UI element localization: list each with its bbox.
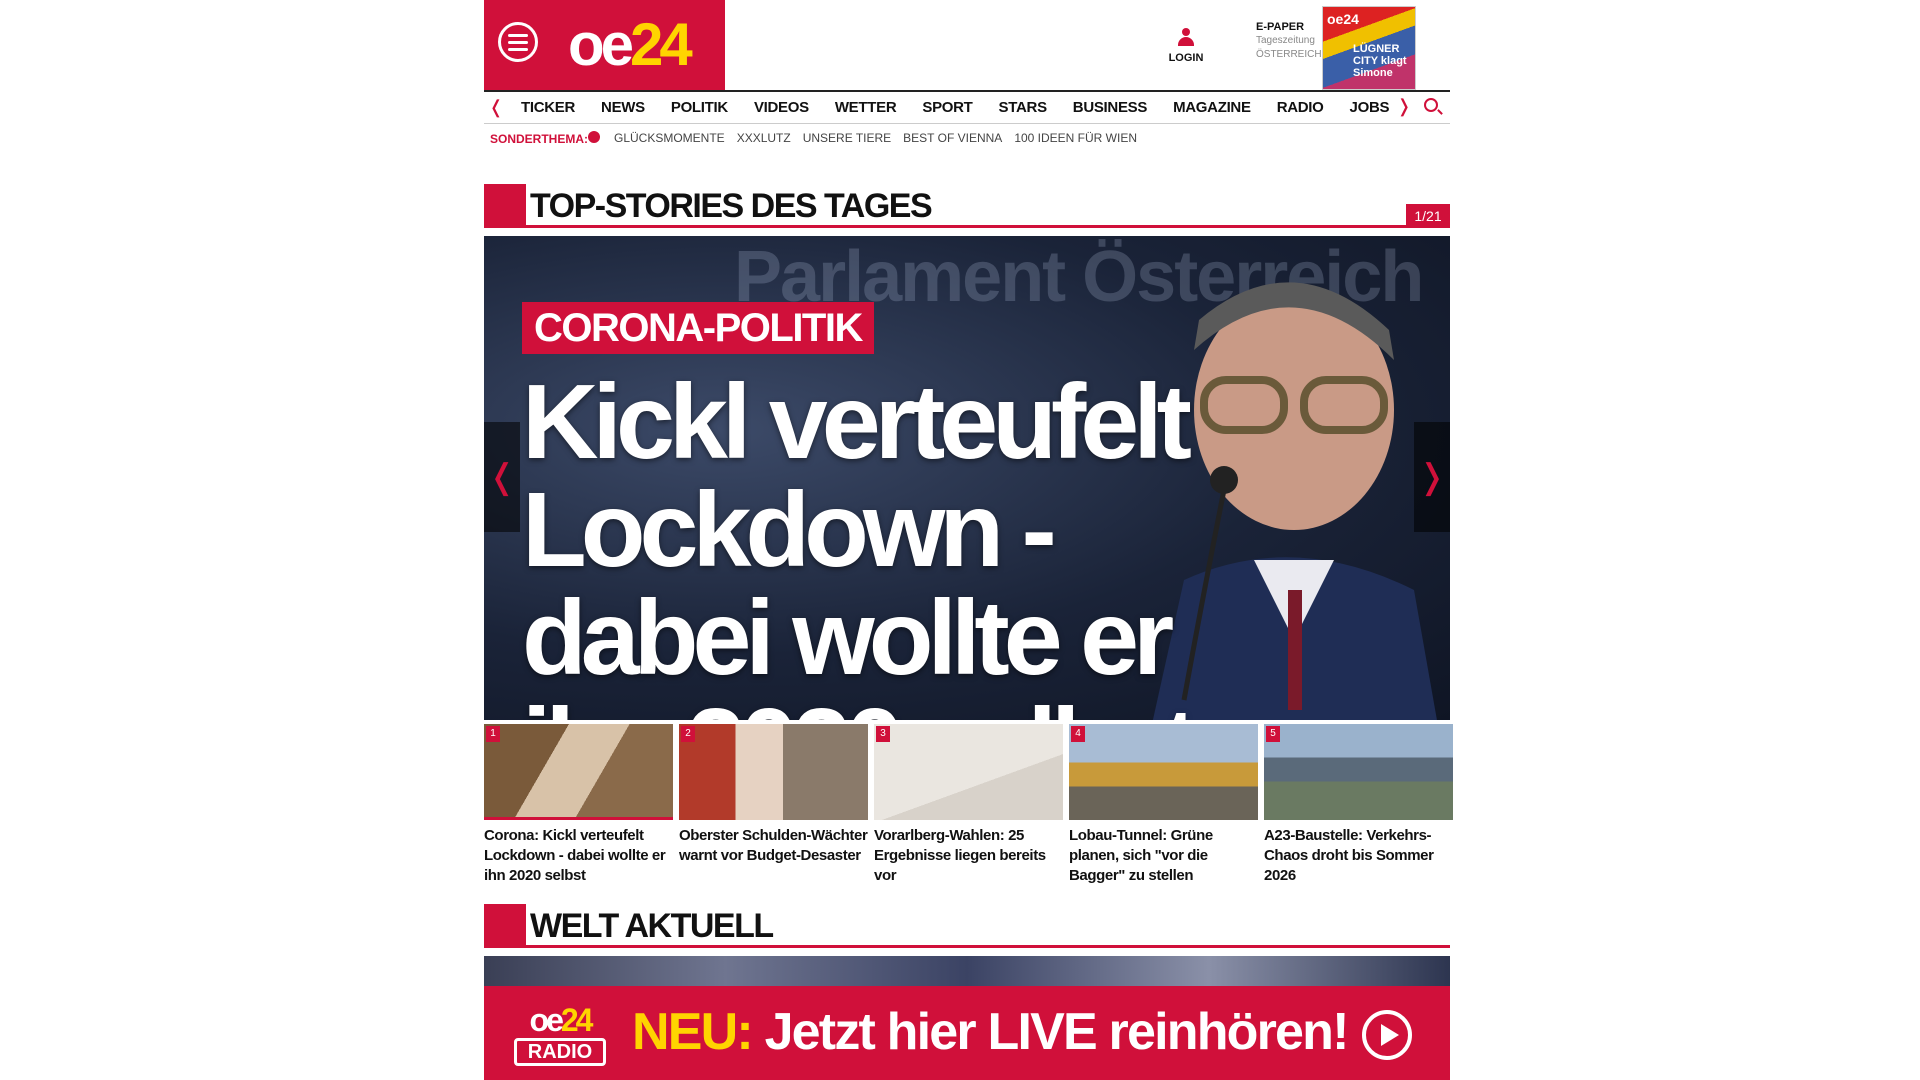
- hero-next-button[interactable]: ❭: [1414, 422, 1450, 532]
- thumb-image: 2: [679, 724, 868, 820]
- site-logo[interactable]: oe24: [568, 10, 693, 80]
- radio-neu-label: NEU:: [632, 1003, 754, 1061]
- nav-scroll-left[interactable]: ❬: [484, 97, 508, 118]
- top-stories-title: TOP-STORIES DES TAGES: [530, 187, 933, 225]
- epaper-cover-brand: oe24: [1327, 11, 1359, 27]
- nav-item-stars[interactable]: STARS: [986, 99, 1060, 116]
- welt-aktuell-header: WELT AKTUELL: [484, 904, 1450, 948]
- brand-header: oe24: [484, 0, 725, 90]
- thumb-item[interactable]: 1 Corona: Kickl verteufelt Lockdown - da…: [484, 724, 673, 886]
- thumb-image: 4: [1069, 724, 1258, 820]
- radio-logo: oe24 RADIO: [514, 1004, 606, 1074]
- search-icon[interactable]: [1424, 98, 1438, 112]
- nav-item-business[interactable]: BUSINESS: [1060, 99, 1160, 116]
- thumb-caption: A23-Baustelle: Verkehrs-Chaos droht bis …: [1264, 827, 1434, 884]
- main-nav: ❬ TICKER NEWS POLITIK VIDEOS WETTER SPOR…: [484, 90, 1450, 124]
- thumb-item[interactable]: 2 Oberster Schulden-Wächter warnt vor Bu…: [679, 724, 868, 886]
- section-rule: [526, 945, 1450, 948]
- nav-item-wetter[interactable]: WETTER: [822, 99, 910, 116]
- top-stories-header: TOP-STORIES DES TAGES: [484, 184, 1450, 228]
- thumb-caption: Lobau-Tunnel: Grüne planen, sich "vor di…: [1069, 827, 1213, 884]
- epaper-link[interactable]: E-PAPER Tageszeitung ÖSTERREICH: [1256, 20, 1322, 62]
- subnav-item-xxxlutz[interactable]: XXXLUTZ: [737, 131, 791, 145]
- subnav-label: SONDERTHEMA:: [490, 130, 602, 146]
- nav-item-radio[interactable]: RADIO: [1264, 99, 1337, 116]
- subnav-item-gluecksmomente[interactable]: GLÜCKSMOMENTE: [614, 131, 725, 145]
- radio-banner-text: NEU: Jetzt hier LIVE reinhören!: [632, 1002, 1350, 1062]
- thumb-caption: Oberster Schulden-Wächter warnt vor Budg…: [679, 827, 868, 864]
- thumb-image: 5: [1264, 724, 1453, 820]
- play-icon[interactable]: [1362, 1010, 1412, 1060]
- subnav-item-unsere-tiere[interactable]: UNSERE TIERE: [803, 131, 891, 145]
- subnav-item-100-ideen[interactable]: 100 IDEEN FÜR WIEN: [1014, 131, 1137, 145]
- epaper-cover-headline: LÜGNER CITY klagt Simone: [1353, 43, 1407, 79]
- nav-scroll-right[interactable]: ❭: [1392, 96, 1416, 117]
- section-rule: [526, 225, 1450, 228]
- hero-kicker[interactable]: CORONA-POLITIK: [522, 302, 874, 354]
- login-button[interactable]: LOGIN: [1164, 28, 1208, 64]
- section-marker: [484, 904, 526, 948]
- hero-prev-button[interactable]: ❬: [484, 422, 520, 532]
- thumb-caption: Corona: Kickl verteufelt Lockdown - dabe…: [484, 827, 666, 884]
- top-stories-thumbnails: 1 Corona: Kickl verteufelt Lockdown - da…: [484, 724, 1453, 886]
- section-marker: [484, 184, 526, 228]
- user-icon: [1178, 28, 1194, 46]
- login-label: LOGIN: [1168, 52, 1204, 64]
- welt-aktuell-image[interactable]: [484, 956, 1450, 986]
- thumb-number: 1: [486, 726, 500, 742]
- heart-icon: [588, 130, 600, 143]
- nav-item-magazine[interactable]: MAGAZINE: [1160, 99, 1264, 116]
- radio-cta-text: Jetzt hier LIVE reinhören!: [764, 1003, 1350, 1061]
- page: oe24 LOGIN E-PAPER Tageszeitung ÖSTERREI…: [484, 0, 1453, 1080]
- thumb-item[interactable]: 5 A23-Baustelle: Verkehrs-Chaos droht bi…: [1264, 724, 1453, 886]
- thumb-number: 3: [876, 726, 890, 742]
- thumb-number: 2: [681, 726, 695, 742]
- epaper-sub2: ÖSTERREICH: [1256, 49, 1322, 60]
- thumb-number: 5: [1266, 726, 1280, 742]
- hero-slide[interactable]: Parlament Österreich CORONA-POLITIK Kick…: [484, 236, 1450, 720]
- nav-item-sport[interactable]: SPORT: [909, 99, 985, 116]
- thumb-number: 4: [1071, 726, 1085, 742]
- thumb-caption: Vorarlberg-Wahlen: 25 Ergebnisse liegen …: [874, 827, 1046, 884]
- radio-logo-label: RADIO: [514, 1038, 606, 1066]
- welt-aktuell-title: WELT AKTUELL: [530, 907, 774, 945]
- epaper-title: E-PAPER: [1256, 21, 1305, 33]
- nav-item-news[interactable]: NEWS: [588, 99, 658, 116]
- radio-live-banner[interactable]: oe24 RADIO NEU: Jetzt hier LIVE reinhöre…: [484, 986, 1450, 1080]
- nav-item-videos[interactable]: VIDEOS: [741, 99, 822, 116]
- menu-icon[interactable]: [498, 22, 538, 62]
- subnav: SONDERTHEMA: GLÜCKSMOMENTE XXXLUTZ UNSER…: [490, 130, 1137, 146]
- thumb-image: 1: [484, 724, 673, 820]
- epaper-cover-image[interactable]: oe24 LÜGNER CITY klagt Simone: [1322, 6, 1416, 90]
- nav-items: TICKER NEWS POLITIK VIDEOS WETTER SPORT …: [508, 99, 1402, 116]
- nav-item-politik[interactable]: POLITIK: [658, 99, 741, 116]
- hero-headline[interactable]: Kickl verteufelt Lockdown - dabei wollte…: [522, 368, 1222, 720]
- thumb-image: 3: [874, 724, 1063, 820]
- slide-counter: 1/21: [1406, 204, 1450, 228]
- epaper-sub1: Tageszeitung: [1256, 35, 1315, 46]
- nav-item-ticker[interactable]: TICKER: [508, 99, 588, 116]
- thumb-item[interactable]: 3 Vorarlberg-Wahlen: 25 Ergebnisse liege…: [874, 724, 1063, 886]
- thumb-item[interactable]: 4 Lobau-Tunnel: Grüne planen, sich "vor …: [1069, 724, 1258, 886]
- subnav-item-best-of-vienna[interactable]: BEST OF VIENNA: [903, 131, 1002, 145]
